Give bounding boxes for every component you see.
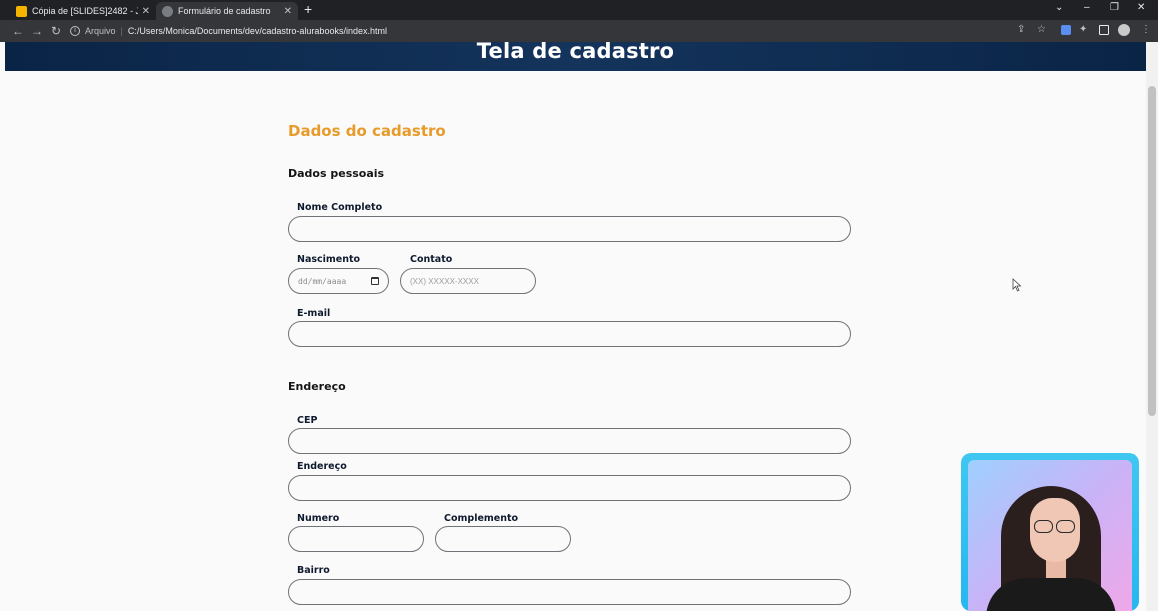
contato-input[interactable]: (XX) XXXXX-XXXX [400, 268, 536, 294]
page-scrollbar[interactable] [1146, 42, 1158, 611]
nome-input[interactable] [288, 216, 851, 242]
info-icon[interactable]: i [70, 26, 80, 36]
tab-formulario[interactable]: Formulário de cadastro ✕ [156, 2, 298, 20]
forward-icon[interactable]: → [31, 23, 43, 39]
page-title: Tela de cadastro [476, 42, 675, 63]
scrollbar-thumb[interactable] [1148, 86, 1156, 416]
back-icon[interactable]: ← [12, 23, 24, 39]
tab-slides[interactable]: Cópia de [SLIDES]2482 - JavaScri ✕ [10, 2, 156, 20]
cep-label: CEP [297, 415, 318, 426]
close-tab-icon[interactable]: ✕ [142, 6, 150, 17]
bairro-input[interactable] [288, 579, 851, 605]
close-tab-icon[interactable]: ✕ [284, 6, 292, 17]
chevron-down-icon[interactable]: ⌄ [1055, 2, 1063, 13]
address-title: Endereço [288, 380, 346, 393]
star-icon[interactable]: ☆ [1037, 24, 1046, 35]
presenter-video [968, 460, 1132, 611]
globe-icon [162, 5, 173, 17]
section-title: Dados do cadastro [288, 122, 446, 140]
browser-toolbar: ← → ↻ i Arquivo | C:/Users/Monica/Docume… [0, 20, 1158, 42]
profile-avatar[interactable] [1118, 24, 1130, 36]
complemento-label: Complemento [444, 513, 519, 524]
minimize-icon[interactable]: – [1084, 2, 1090, 13]
address-bar[interactable]: i Arquivo | C:/Users/Monica/Documents/de… [70, 23, 1014, 39]
numero-label: Numero [297, 513, 340, 524]
reload-icon[interactable]: ↻ [51, 23, 61, 39]
webcam-overlay [961, 453, 1139, 611]
tab-title: Cópia de [SLIDES]2482 - JavaScri [32, 6, 138, 16]
presenter-shirt [986, 578, 1116, 611]
nascimento-date-input[interactable]: dd/mm/aaaa [288, 268, 389, 294]
new-tab-button[interactable]: + [304, 1, 312, 17]
calendar-icon[interactable] [371, 277, 379, 285]
browser-tab-bar: Cópia de [SLIDES]2482 - JavaScri ✕ Formu… [0, 0, 1158, 20]
mouse-cursor-icon [1012, 278, 1022, 292]
email-input[interactable] [288, 321, 851, 347]
endereco-input[interactable] [288, 475, 851, 501]
numero-input[interactable] [288, 526, 424, 552]
contato-placeholder: (XX) XXXXX-XXXX [410, 276, 479, 286]
contato-label: Contato [410, 254, 453, 265]
menu-icon[interactable]: ⋮ [1141, 24, 1151, 35]
address-prefix: Arquivo [85, 26, 116, 36]
page-header: Tela de cadastro [5, 42, 1146, 71]
email-label: E-mail [297, 308, 331, 319]
date-placeholder: dd/mm/aaaa [298, 276, 347, 286]
restore-icon[interactable]: ❐ [1110, 2, 1119, 13]
address-url: C:/Users/Monica/Documents/dev/cadastro-a… [127, 26, 387, 36]
tab-title: Formulário de cadastro [178, 6, 271, 16]
cep-input[interactable] [288, 428, 851, 454]
bairro-label: Bairro [297, 565, 330, 576]
complemento-input[interactable] [435, 526, 571, 552]
close-window-icon[interactable]: ✕ [1137, 2, 1145, 13]
nome-label: Nome Completo [297, 202, 383, 213]
nascimento-label: Nascimento [297, 254, 361, 265]
address-separator: | [120, 26, 123, 36]
glasses-left [1034, 520, 1053, 533]
extension-icon[interactable] [1061, 25, 1071, 35]
puzzle-icon[interactable]: ✦ [1079, 24, 1087, 35]
slides-icon [16, 5, 27, 17]
share-icon[interactable]: ⇪ [1017, 24, 1025, 35]
side-panel-icon[interactable] [1099, 25, 1109, 35]
personal-data-title: Dados pessoais [288, 167, 385, 180]
endereco-label: Endereço [297, 461, 347, 472]
glasses-right [1056, 520, 1075, 533]
